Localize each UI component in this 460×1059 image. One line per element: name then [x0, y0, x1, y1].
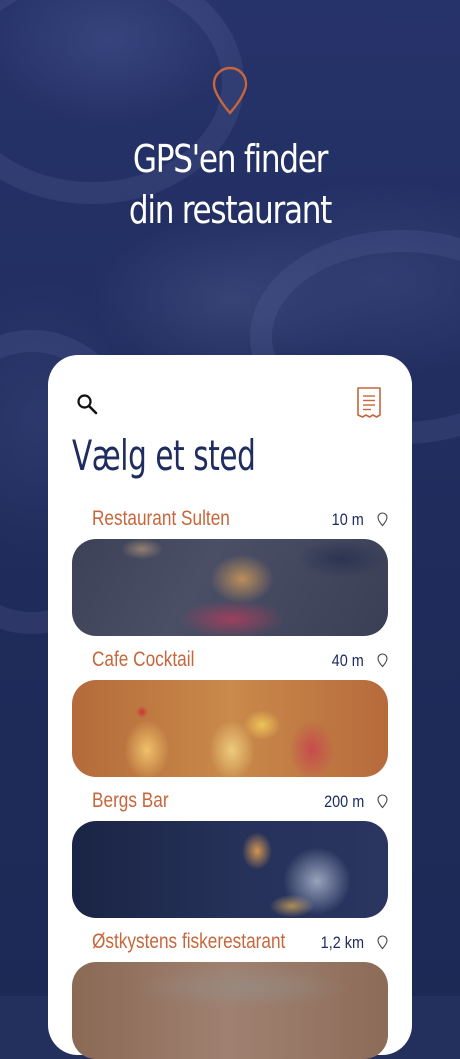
place-name: Cafe Cocktail: [92, 648, 195, 671]
hero-title: GPS'en finder din restaurant: [41, 134, 418, 236]
place-distance: 1,2 km: [320, 933, 364, 952]
place-item-restaurant-sulten[interactable]: Restaurant Sulten 10 m: [72, 507, 388, 636]
hero-title-line-2: din restaurant: [128, 188, 333, 232]
place-picker-card: Vælg et sted Restaurant Sulten 10 m Cafe…: [48, 355, 412, 1059]
place-item-cafe-cocktail[interactable]: Cafe Cocktail 40 m: [72, 648, 388, 777]
place-name: Bergs Bar: [92, 789, 169, 812]
receipt-icon[interactable]: [356, 386, 382, 419]
location-pin-icon: [212, 66, 248, 115]
place-distance: 10 m: [331, 510, 364, 529]
place-header: Østkystens fiskerestarant 1,2 km: [72, 930, 388, 960]
place-photo[interactable]: [72, 821, 388, 918]
place-distance: 200 m: [323, 792, 364, 811]
location-pin-icon: [377, 794, 388, 809]
place-item-bergs-bar[interactable]: Bergs Bar 200 m: [72, 789, 388, 918]
place-item-ostkystens-fiskerestarant[interactable]: Østkystens fiskerestarant 1,2 km: [72, 930, 388, 1059]
place-name: Restaurant Sulten: [92, 507, 230, 530]
hero-title-line-1: GPS'en finder: [132, 137, 329, 181]
card-title: Vælg et sted: [72, 431, 256, 480]
location-pin-icon: [377, 512, 388, 527]
place-header: Restaurant Sulten 10 m: [72, 507, 388, 537]
place-photo[interactable]: [72, 680, 388, 777]
location-pin-icon: [377, 653, 388, 668]
place-distance: 40 m: [331, 651, 364, 670]
place-name: Østkystens fiskerestarant: [92, 930, 286, 953]
place-photo[interactable]: [72, 539, 388, 636]
place-photo[interactable]: [72, 962, 388, 1059]
search-icon[interactable]: [76, 393, 98, 415]
location-pin-icon: [377, 935, 388, 950]
place-header: Cafe Cocktail 40 m: [72, 648, 388, 678]
place-header: Bergs Bar 200 m: [72, 789, 388, 819]
